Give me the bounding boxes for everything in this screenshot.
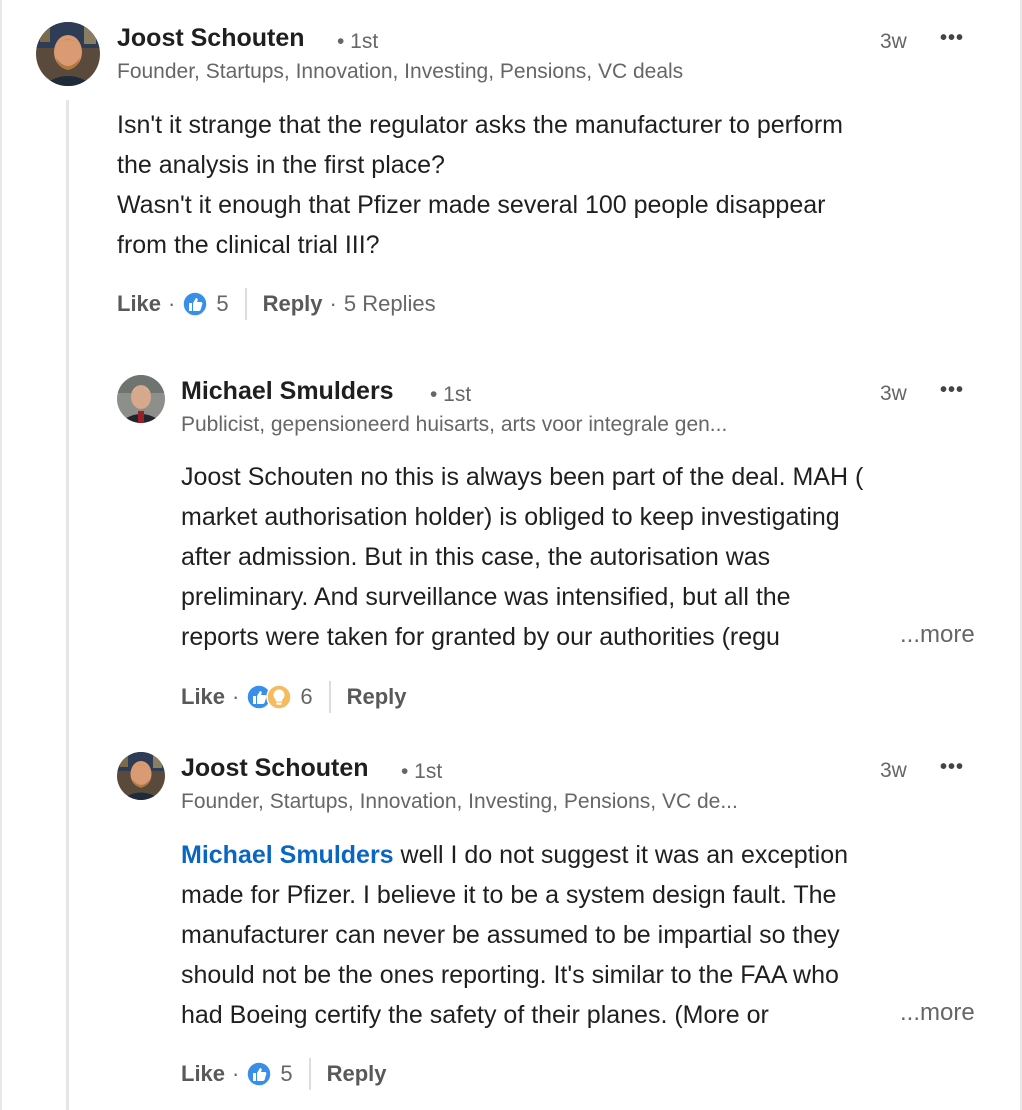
author-headline: Founder, Startups, Innovation, Investing… — [181, 790, 738, 813]
comment-body: Isn't it strange that the regulator asks… — [117, 105, 843, 265]
like-button[interactable]: Like — [181, 684, 225, 710]
see-more-link[interactable]: ...more — [892, 999, 975, 1027]
comment-line: manufacturer can never be assumed to be … — [181, 921, 840, 949]
author-name[interactable]: Joost Schouten — [117, 24, 305, 53]
reactions[interactable] — [246, 684, 293, 710]
frame-left-border — [0, 0, 2, 1110]
comment-line: from the clinical trial III? — [117, 231, 380, 259]
connection-degree: • 1st — [401, 760, 443, 783]
comment-actions: Like · 5 Reply · 5 Replies — [117, 286, 436, 322]
comment-body: Joost Schouten no this is always been pa… — [181, 457, 863, 657]
divider — [328, 681, 331, 713]
more-options-icon[interactable]: ••• — [940, 27, 964, 50]
comment-line: Michael Smulders well I do not suggest i… — [181, 835, 848, 875]
connection-degree: • 1st — [337, 30, 379, 53]
insightful-reaction-icon — [266, 684, 293, 710]
comment-line: reports were taken for granted by our au… — [181, 623, 780, 651]
comment-body: Michael Smulders well I do not suggest i… — [181, 835, 848, 1035]
reaction-count[interactable]: 5 — [216, 291, 228, 317]
divider — [308, 1058, 311, 1090]
more-options-icon[interactable]: ••• — [940, 756, 964, 779]
thread-line — [66, 100, 69, 1110]
reaction-count[interactable]: 5 — [280, 1061, 292, 1087]
reply-button[interactable]: Reply — [327, 1061, 387, 1087]
comment-line: preliminary. And surveillance was intens… — [181, 583, 791, 611]
divider — [244, 288, 247, 320]
separator-dot: · — [329, 291, 337, 316]
separator-dot: · — [232, 684, 240, 709]
separator-dot: · — [168, 291, 176, 316]
like-button[interactable]: Like — [117, 291, 161, 317]
like-reaction-icon — [246, 1061, 273, 1087]
reaction-count[interactable]: 6 — [300, 684, 312, 710]
replies-count-link[interactable]: 5 Replies — [344, 291, 436, 317]
author-headline: Founder, Startups, Innovation, Investing… — [117, 60, 684, 83]
separator-dot: · — [232, 1061, 240, 1086]
reactions[interactable] — [246, 1061, 273, 1087]
comment-line: the analysis in the first place? — [117, 151, 445, 179]
reply-button[interactable]: Reply — [263, 291, 323, 317]
author-headline: Publicist, gepensioneerd huisarts, arts … — [181, 413, 728, 436]
comment-actions: Like · 6 Reply — [181, 679, 407, 715]
comment-line: Joost Schouten no this is always been pa… — [181, 463, 864, 491]
comment-line-rest: well I do not suggest it was an exceptio… — [393, 841, 849, 869]
avatar[interactable] — [117, 752, 165, 800]
timestamp: 3w — [880, 382, 907, 405]
comment-line: had Boeing certify the safety of their p… — [181, 1001, 769, 1029]
author-name[interactable]: Michael Smulders — [181, 377, 394, 406]
more-options-icon[interactable]: ••• — [940, 379, 964, 402]
like-reaction-icon — [182, 291, 209, 317]
avatar[interactable] — [117, 375, 165, 423]
like-button[interactable]: Like — [181, 1061, 225, 1087]
mention-link[interactable]: Michael Smulders — [181, 841, 394, 869]
reactions[interactable] — [182, 291, 209, 317]
comment-line: market authorisation holder) is obliged … — [181, 503, 840, 531]
comment-line: should not be the ones reporting. It's s… — [181, 961, 839, 989]
avatar[interactable] — [36, 22, 100, 86]
comment-actions: Like · 5 Reply — [181, 1056, 387, 1092]
comment-line: after admission. But in this case, the a… — [181, 543, 771, 571]
author-name[interactable]: Joost Schouten — [181, 754, 369, 783]
timestamp: 3w — [880, 759, 907, 782]
connection-degree: • 1st — [430, 383, 472, 406]
comment-line: Isn't it strange that the regulator asks… — [117, 111, 843, 139]
see-more-link[interactable]: ...more — [892, 621, 975, 649]
reply-button[interactable]: Reply — [347, 684, 407, 710]
timestamp: 3w — [880, 30, 907, 53]
comment-line: Wasn't it enough that Pfizer made severa… — [117, 191, 826, 219]
comment-line: made for Pfizer. I believe it to be a sy… — [181, 881, 837, 909]
